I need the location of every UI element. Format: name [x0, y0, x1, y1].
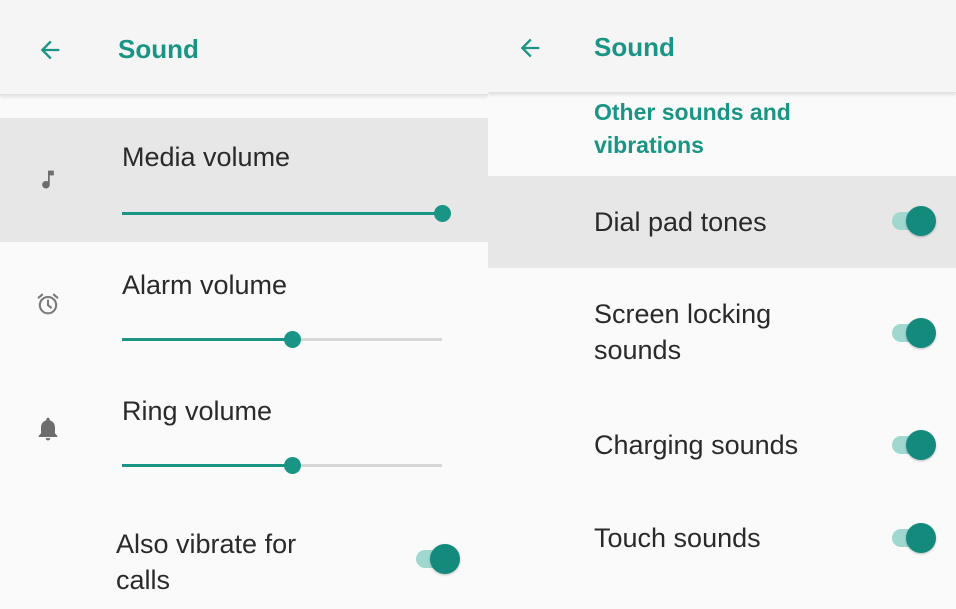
toggle-thumb: [906, 523, 936, 553]
back-arrow-icon[interactable]: [516, 34, 544, 62]
music-note-icon: [42, 170, 54, 189]
app-bar: Sound: [0, 0, 488, 95]
dial-pad-tones-row[interactable]: Dial pad tones: [488, 176, 956, 268]
toggle-thumb: [906, 206, 936, 236]
screen-locking-sounds-toggle[interactable]: [890, 316, 938, 350]
sound-settings-volume-panel: Sound Media volume Alarm volume Ring vol…: [0, 0, 488, 609]
slider-thumb[interactable]: [283, 457, 301, 474]
media-volume-row: Media volume: [0, 118, 488, 242]
app-bar: Sound: [488, 0, 956, 93]
section-header-line: Other sounds and: [594, 99, 791, 125]
screen-locking-sounds-row[interactable]: Screen locking sounds: [488, 282, 956, 392]
charging-sounds-label: Charging sounds: [594, 430, 799, 460]
bell-icon: [38, 417, 58, 441]
section-header: Other sounds and vibrations: [594, 96, 791, 162]
dial-pad-tones-toggle[interactable]: [890, 204, 938, 238]
toggle-thumb: [906, 318, 936, 348]
label-line: sounds: [594, 335, 682, 365]
screen-locking-sounds-label: Screen locking sounds: [594, 296, 771, 368]
label-line: Screen locking: [594, 299, 772, 329]
alarm-volume-row: Alarm volume: [0, 242, 488, 368]
charging-sounds-row[interactable]: Charging sounds: [488, 402, 956, 490]
slider-thumb[interactable]: [434, 205, 451, 222]
media-volume-slider[interactable]: [122, 202, 451, 226]
ring-volume-slider[interactable]: [122, 454, 442, 478]
vibrate-for-calls-label: Also vibrate for calls: [116, 526, 296, 598]
dial-pad-tones-label: Dial pad tones: [594, 207, 767, 237]
slider-fill: [122, 212, 442, 215]
touch-sounds-label: Touch sounds: [594, 523, 761, 553]
alarm-clock-icon: [37, 293, 59, 315]
ring-volume-row: Ring volume: [0, 368, 488, 494]
touch-sounds-toggle[interactable]: [890, 521, 938, 555]
section-header-line: vibrations: [594, 132, 704, 158]
toggle-thumb: [430, 544, 460, 574]
slider-fill: [122, 338, 292, 341]
back-arrow-icon[interactable]: [36, 36, 64, 64]
label-line: calls: [116, 565, 171, 595]
slider-thumb[interactable]: [283, 331, 301, 348]
ring-volume-label: Ring volume: [122, 396, 273, 426]
vibrate-for-calls-toggle[interactable]: [414, 542, 462, 576]
vibrate-for-calls-row[interactable]: Also vibrate for calls: [0, 520, 488, 609]
label-line: Also vibrate for: [116, 529, 297, 559]
alarm-volume-slider[interactable]: [122, 328, 442, 352]
alarm-volume-label: Alarm volume: [122, 270, 288, 300]
page-title: Sound: [594, 32, 675, 62]
toggle-thumb: [906, 430, 936, 460]
other-sounds-panel: Sound Other sounds and vibrations Dial p…: [488, 0, 956, 609]
charging-sounds-toggle[interactable]: [890, 428, 938, 462]
slider-fill: [122, 464, 292, 467]
page-title: Sound: [118, 34, 199, 64]
touch-sounds-row[interactable]: Touch sounds: [488, 494, 956, 584]
media-volume-label: Media volume: [122, 142, 291, 172]
